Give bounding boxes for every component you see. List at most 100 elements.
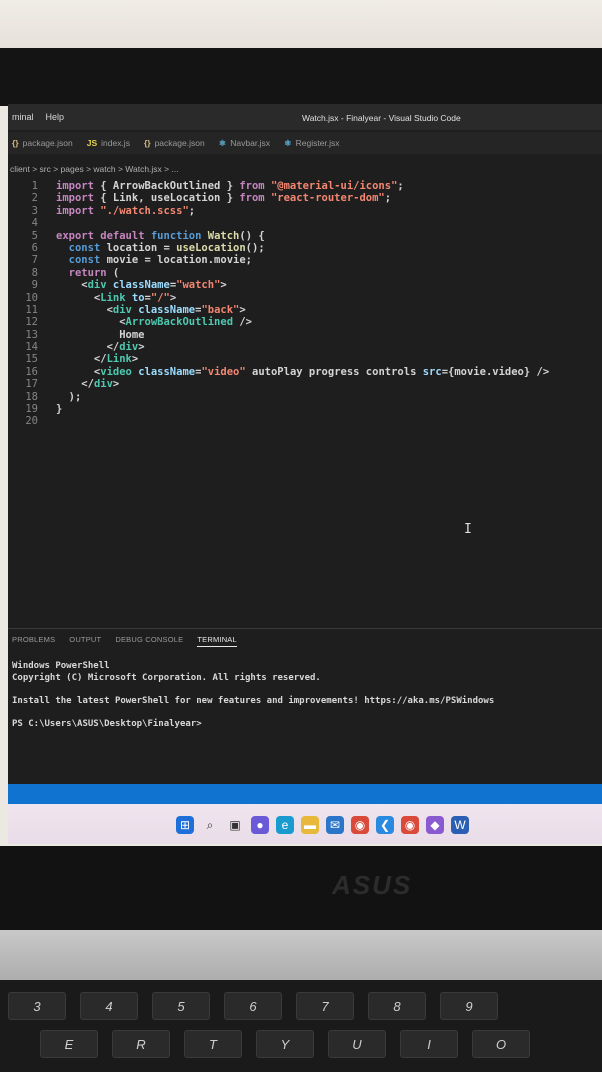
react-file-icon: ⚛ [218, 138, 227, 148]
tab-navbar-jsx[interactable]: ⚛ Navbar.jsx [215, 132, 280, 154]
code-text: import { ArrowBackOutlined } from "@mate… [56, 180, 404, 192]
js-file-icon: JS [86, 138, 98, 148]
file-explorer-icon[interactable]: ▬ [301, 816, 319, 834]
line-number: 14 [25, 341, 38, 354]
code-line[interactable]: 6 const location = useLocation(); [8, 242, 602, 254]
code-line[interactable]: 14 </div> [8, 341, 602, 353]
word-icon[interactable]: W [451, 816, 469, 834]
line-number: 8 [31, 266, 38, 279]
search-icon[interactable]: ⌕ [201, 816, 219, 834]
keyboard-key: Y [256, 1030, 314, 1058]
code-line[interactable]: 12 <ArrowBackOutlined /> [8, 316, 602, 328]
code-line[interactable]: 8 return ( [8, 267, 602, 279]
line-number: 11 [25, 303, 38, 316]
terminal-line: Copyright (C) Microsoft Corporation. All… [12, 672, 321, 683]
chrome-icon-2[interactable]: ◉ [401, 816, 419, 834]
laptop-photo: minal Help Watch.jsx - Finalyear - Visua… [0, 0, 602, 1072]
code-line[interactable]: 10 <Link to="/"> [8, 292, 602, 304]
chrome-icon[interactable]: ◉ [351, 816, 369, 834]
line-number: 20 [25, 415, 38, 428]
breadcrumb[interactable]: client > src > pages > watch > Watch.jsx… [10, 164, 179, 174]
code-line[interactable]: 5 export default function Watch() { [8, 230, 602, 242]
tab-index-js[interactable]: JS index.js [83, 132, 140, 154]
keyboard-key: 5 [152, 992, 210, 1020]
code-line[interactable]: 1 import { ArrowBackOutlined } from "@mat… [8, 180, 602, 192]
panel-tabs: PROBLEMS OUTPUT DEBUG CONSOLE TERMINAL [12, 635, 237, 647]
code-editor[interactable]: 1 import { ArrowBackOutlined } from "@mat… [8, 180, 602, 630]
title-bar: minal Help Watch.jsx - Finalyear - Visua… [8, 104, 602, 130]
json-file-icon: {} [143, 138, 151, 148]
vscode-icon[interactable]: ❮ [376, 816, 394, 834]
keyboard-letter-row: ERTYUIO [40, 1030, 530, 1058]
menu-item-terminal[interactable]: minal [12, 112, 34, 122]
code-line[interactable]: 7 const movie = location.movie; [8, 254, 602, 266]
code-text: } [56, 403, 63, 416]
editor-tabs: {} package.json JS index.js {} package.json… [8, 132, 602, 154]
mail-icon[interactable]: ✉ [326, 816, 344, 834]
line-number: 13 [25, 328, 38, 341]
line-number: 9 [31, 279, 38, 292]
code-text: const movie = location.movie; [68, 254, 252, 267]
line-number: 10 [25, 291, 38, 304]
code-text: <div className="back"> [56, 303, 246, 316]
code-line[interactable]: 17 </div> [8, 378, 602, 390]
task-view-icon[interactable]: ▣ [226, 816, 244, 834]
code-text: const location = useLocation(); [68, 241, 265, 254]
keyboard-key: O [472, 1030, 530, 1058]
keyboard-key: 6 [224, 992, 282, 1020]
tab-terminal[interactable]: TERMINAL [197, 635, 237, 647]
menu-item-help[interactable]: Help [46, 112, 65, 122]
tab-package-json-2[interactable]: {} package.json [140, 132, 215, 154]
code-line[interactable]: 13 Home [8, 329, 602, 341]
keyboard-number-row: 3456789 [8, 992, 498, 1020]
code-line[interactable]: 9 <div className="watch"> [8, 279, 602, 291]
tab-output[interactable]: OUTPUT [69, 635, 101, 647]
code-text: <Link to="/"> [56, 291, 177, 304]
keyboard-key: 3 [8, 992, 66, 1020]
code-line[interactable]: 19} [8, 403, 602, 415]
code-text: <ArrowBackOutlined /> [56, 316, 252, 329]
code-line[interactable]: 16 <video className="video" autoPlay pro… [8, 366, 602, 378]
windows-start-icon[interactable]: ⊞ [176, 816, 194, 834]
tab-debug-console[interactable]: DEBUG CONSOLE [115, 635, 183, 647]
react-file-icon: ⚛ [283, 138, 292, 148]
edge-icon[interactable]: e [276, 816, 294, 834]
keyboard-key: 4 [80, 992, 138, 1020]
code-line[interactable]: 4 [8, 217, 602, 229]
code-line[interactable]: 20 [8, 415, 602, 427]
code-text: export default function Watch() { [56, 229, 265, 242]
line-number: 2 [31, 192, 38, 205]
tab-label: index.js [101, 138, 130, 148]
terminal-output[interactable]: Windows PowerShell Copyright (C) Microsof… [12, 661, 494, 730]
tab-label: package.json [22, 138, 73, 148]
menu-bar: minal Help [12, 112, 64, 122]
chat-icon[interactable]: ● [251, 816, 269, 834]
tab-package-json[interactable]: {} package.json [8, 132, 83, 154]
terminal-line: Install the latest PowerShell for new fe… [12, 695, 495, 706]
code-line[interactable]: 15 </Link> [8, 353, 602, 365]
tab-register-jsx[interactable]: ⚛ Register.jsx [280, 132, 350, 154]
line-number: 16 [25, 365, 38, 378]
code-line[interactable]: 3 import "./watch.scss"; [8, 205, 602, 217]
code-text: ); [56, 390, 82, 403]
screen-bezel-bottom: ASUS [0, 846, 602, 932]
line-number: 17 [25, 378, 38, 391]
code-text: </div> [56, 378, 120, 391]
keyboard-key: U [328, 1030, 386, 1058]
screen-bezel-top [0, 48, 602, 106]
tab-label: package.json [154, 138, 205, 148]
json-file-icon: {} [12, 138, 19, 148]
line-number: 3 [31, 204, 38, 217]
line-number: 12 [25, 316, 38, 329]
code-line[interactable]: 2 import { Link, useLocation } from "reac… [8, 192, 602, 204]
line-number: 18 [25, 390, 38, 403]
tab-problems[interactable]: PROBLEMS [12, 635, 55, 647]
terminal-line: Windows PowerShell [12, 661, 110, 671]
keyboard-key: I [400, 1030, 458, 1058]
code-text: Home [56, 328, 145, 341]
code-line[interactable]: 18 ); [8, 391, 602, 403]
visual-studio-icon[interactable]: ◆ [426, 816, 444, 834]
code-line[interactable]: 11 <div className="back"> [8, 304, 602, 316]
keyboard-key: T [184, 1030, 242, 1058]
